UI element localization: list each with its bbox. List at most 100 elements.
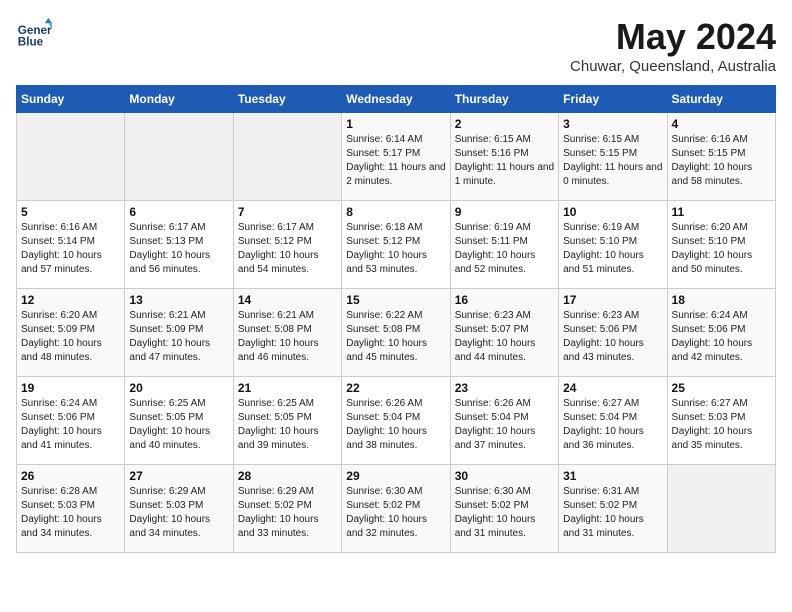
day-info: Sunrise: 6:23 AMSunset: 5:07 PMDaylight:… bbox=[455, 309, 554, 365]
month-title: May 2024 bbox=[570, 16, 776, 58]
calendar-week-3: 12 Sunrise: 6:20 AMSunset: 5:09 PMDayligh… bbox=[17, 289, 776, 377]
day-number: 2 bbox=[455, 117, 554, 131]
day-info: Sunrise: 6:28 AMSunset: 5:03 PMDaylight:… bbox=[21, 485, 120, 541]
calendar-week-1: 1Sunrise: 6:14 AMSunset: 5:17 PMDaylight… bbox=[17, 113, 776, 201]
day-info: Sunrise: 6:23 AMSunset: 5:06 PMDaylight:… bbox=[563, 309, 662, 365]
calendar-week-4: 19Sunrise: 6:24 AMSunset: 5:06 PMDayligh… bbox=[17, 377, 776, 465]
calendar-cell: 26 Sunrise: 6:28 AMSunset: 5:03 PMDayligh… bbox=[17, 465, 125, 553]
calendar-table: SundayMondayTuesdayWednesdayThursdayFrid… bbox=[16, 85, 776, 553]
calendar-cell: 28Sunrise: 6:29 AMSunset: 5:02 PMDayligh… bbox=[233, 465, 341, 553]
day-info: Sunrise: 6:25 AMSunset: 5:05 PMDaylight:… bbox=[238, 397, 337, 453]
day-info: Sunrise: 6:20 AMSunset: 5:09 PMDaylight:… bbox=[21, 309, 120, 365]
day-info: Sunrise: 6:18 AMSunset: 5:12 PMDaylight:… bbox=[346, 221, 445, 277]
calendar-cell bbox=[233, 113, 341, 201]
day-number: 31 bbox=[563, 469, 662, 483]
day-number: 3 bbox=[563, 117, 662, 131]
calendar-cell: 6 Sunrise: 6:17 AMSunset: 5:13 PMDaylight… bbox=[125, 201, 233, 289]
day-number: 29 bbox=[346, 469, 445, 483]
weekday-row: SundayMondayTuesdayWednesdayThursdayFrid… bbox=[17, 86, 776, 113]
calendar-cell: 18 Sunrise: 6:24 AMSunset: 5:06 PMDayligh… bbox=[667, 289, 775, 377]
day-number: 17 bbox=[563, 293, 662, 307]
day-number: 24 bbox=[563, 381, 662, 395]
day-number: 21 bbox=[238, 381, 337, 395]
day-number: 22 bbox=[346, 381, 445, 395]
day-info: Sunrise: 6:16 AMSunset: 5:15 PMDaylight:… bbox=[672, 133, 771, 189]
weekday-header-saturday: Saturday bbox=[667, 86, 775, 113]
weekday-header-friday: Friday bbox=[559, 86, 667, 113]
title-area: May 2024 Chuwar, Queensland, Australia bbox=[570, 16, 776, 75]
calendar-cell: 7 Sunrise: 6:17 AMSunset: 5:12 PMDaylight… bbox=[233, 201, 341, 289]
calendar-week-2: 5Sunrise: 6:16 AMSunset: 5:14 PMDaylight… bbox=[17, 201, 776, 289]
day-info: Sunrise: 6:25 AMSunset: 5:05 PMDaylight:… bbox=[129, 397, 228, 453]
svg-text:Blue: Blue bbox=[18, 36, 44, 49]
calendar-cell: 23Sunrise: 6:26 AMSunset: 5:04 PMDayligh… bbox=[450, 377, 558, 465]
day-number: 27 bbox=[129, 469, 228, 483]
day-number: 28 bbox=[238, 469, 337, 483]
calendar-cell: 20 Sunrise: 6:25 AMSunset: 5:05 PMDayligh… bbox=[125, 377, 233, 465]
day-info: Sunrise: 6:24 AMSunset: 5:06 PMDaylight:… bbox=[672, 309, 771, 365]
calendar-cell: 22 Sunrise: 6:26 AMSunset: 5:04 PMDayligh… bbox=[342, 377, 450, 465]
calendar-cell: 31 Sunrise: 6:31 AMSunset: 5:02 PMDayligh… bbox=[559, 465, 667, 553]
weekday-header-wednesday: Wednesday bbox=[342, 86, 450, 113]
calendar-cell: 10 Sunrise: 6:19 AMSunset: 5:10 PMDayligh… bbox=[559, 201, 667, 289]
day-info: Sunrise: 6:31 AMSunset: 5:02 PMDaylight:… bbox=[563, 485, 662, 541]
day-info: Sunrise: 6:21 AMSunset: 5:09 PMDaylight:… bbox=[129, 309, 228, 365]
calendar-cell bbox=[667, 465, 775, 553]
day-info: Sunrise: 6:26 AMSunset: 5:04 PMDaylight:… bbox=[346, 397, 445, 453]
day-number: 9 bbox=[455, 205, 554, 219]
calendar-cell: 15Sunrise: 6:22 AMSunset: 5:08 PMDayligh… bbox=[342, 289, 450, 377]
day-info: Sunrise: 6:22 AMSunset: 5:08 PMDaylight:… bbox=[346, 309, 445, 365]
calendar-cell: 3 Sunrise: 6:15 AMSunset: 5:15 PMDaylight… bbox=[559, 113, 667, 201]
day-info: Sunrise: 6:19 AMSunset: 5:10 PMDaylight:… bbox=[563, 221, 662, 277]
day-number: 10 bbox=[563, 205, 662, 219]
day-info: Sunrise: 6:15 AMSunset: 5:15 PMDaylight:… bbox=[563, 133, 662, 189]
day-info: Sunrise: 6:29 AMSunset: 5:03 PMDaylight:… bbox=[129, 485, 228, 541]
day-number: 8 bbox=[346, 205, 445, 219]
calendar-cell: 27 Sunrise: 6:29 AMSunset: 5:03 PMDayligh… bbox=[125, 465, 233, 553]
weekday-header-sunday: Sunday bbox=[17, 86, 125, 113]
day-info: Sunrise: 6:27 AMSunset: 5:04 PMDaylight:… bbox=[563, 397, 662, 453]
day-number: 25 bbox=[672, 381, 771, 395]
weekday-header-thursday: Thursday bbox=[450, 86, 558, 113]
day-number: 7 bbox=[238, 205, 337, 219]
day-info: Sunrise: 6:17 AMSunset: 5:13 PMDaylight:… bbox=[129, 221, 228, 277]
calendar-cell: 2Sunrise: 6:15 AMSunset: 5:16 PMDaylight… bbox=[450, 113, 558, 201]
day-number: 1 bbox=[346, 117, 445, 131]
logo: General Blue bbox=[16, 16, 52, 52]
day-info: Sunrise: 6:17 AMSunset: 5:12 PMDaylight:… bbox=[238, 221, 337, 277]
calendar-cell: 29 Sunrise: 6:30 AMSunset: 5:02 PMDayligh… bbox=[342, 465, 450, 553]
day-info: Sunrise: 6:21 AMSunset: 5:08 PMDaylight:… bbox=[238, 309, 337, 365]
location: Chuwar, Queensland, Australia bbox=[570, 58, 776, 75]
calendar-body: 1Sunrise: 6:14 AMSunset: 5:17 PMDaylight… bbox=[17, 113, 776, 553]
day-number: 18 bbox=[672, 293, 771, 307]
calendar-cell: 4 Sunrise: 6:16 AMSunset: 5:15 PMDaylight… bbox=[667, 113, 775, 201]
calendar-header: SundayMondayTuesdayWednesdayThursdayFrid… bbox=[17, 86, 776, 113]
calendar-cell: 17 Sunrise: 6:23 AMSunset: 5:06 PMDayligh… bbox=[559, 289, 667, 377]
day-info: Sunrise: 6:30 AMSunset: 5:02 PMDaylight:… bbox=[455, 485, 554, 541]
day-number: 30 bbox=[455, 469, 554, 483]
calendar-cell: 24 Sunrise: 6:27 AMSunset: 5:04 PMDayligh… bbox=[559, 377, 667, 465]
day-number: 16 bbox=[455, 293, 554, 307]
calendar-cell: 9 Sunrise: 6:19 AMSunset: 5:11 PMDaylight… bbox=[450, 201, 558, 289]
day-number: 12 bbox=[21, 293, 120, 307]
calendar-week-5: 26 Sunrise: 6:28 AMSunset: 5:03 PMDayligh… bbox=[17, 465, 776, 553]
day-info: Sunrise: 6:30 AMSunset: 5:02 PMDaylight:… bbox=[346, 485, 445, 541]
day-info: Sunrise: 6:26 AMSunset: 5:04 PMDaylight:… bbox=[455, 397, 554, 453]
day-number: 13 bbox=[129, 293, 228, 307]
weekday-header-monday: Monday bbox=[125, 86, 233, 113]
weekday-header-tuesday: Tuesday bbox=[233, 86, 341, 113]
calendar-cell: 21 Sunrise: 6:25 AMSunset: 5:05 PMDayligh… bbox=[233, 377, 341, 465]
day-info: Sunrise: 6:16 AMSunset: 5:14 PMDaylight:… bbox=[21, 221, 120, 277]
calendar-cell: 13 Sunrise: 6:21 AMSunset: 5:09 PMDayligh… bbox=[125, 289, 233, 377]
calendar-cell: 11Sunrise: 6:20 AMSunset: 5:10 PMDayligh… bbox=[667, 201, 775, 289]
day-number: 11 bbox=[672, 205, 771, 219]
day-number: 4 bbox=[672, 117, 771, 131]
day-number: 6 bbox=[129, 205, 228, 219]
day-number: 20 bbox=[129, 381, 228, 395]
calendar-cell: 8 Sunrise: 6:18 AMSunset: 5:12 PMDaylight… bbox=[342, 201, 450, 289]
calendar-cell bbox=[17, 113, 125, 201]
day-info: Sunrise: 6:19 AMSunset: 5:11 PMDaylight:… bbox=[455, 221, 554, 277]
calendar-cell: 1Sunrise: 6:14 AMSunset: 5:17 PMDaylight… bbox=[342, 113, 450, 201]
day-number: 26 bbox=[21, 469, 120, 483]
calendar-cell: 30 Sunrise: 6:30 AMSunset: 5:02 PMDayligh… bbox=[450, 465, 558, 553]
